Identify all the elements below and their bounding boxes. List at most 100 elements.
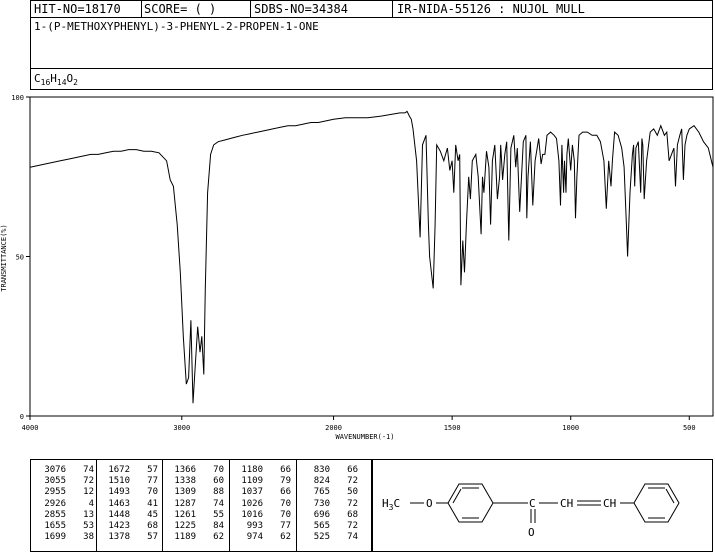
peak-transmittance: 53 [83,521,94,532]
peak-wavenumber: 974 [246,532,263,543]
peak-wavenumber: 565 [313,521,330,532]
peak-transmittance: 74 [347,532,358,543]
peak-transmittance: 79 [280,476,291,487]
peak-row: 1672 57 [100,465,158,476]
peak-transmittance: 13 [83,509,94,520]
peak-transmittance: 12 [83,487,94,498]
peak-row: 1261 55 [166,510,224,521]
peak-wavenumber: 824 [313,476,330,487]
peak-transmittance: 57 [147,465,158,475]
peak-table-column: 1180 66 1109 79 1037 66 1026 70 1016 70 993 77 974 62 [233,465,291,543]
peak-wavenumber: 525 [313,532,330,543]
beta-ch-label: CH [603,497,616,510]
x-tick-label: 3000 [173,424,190,432]
peak-row: 730 72 [300,499,358,510]
carbonyl-oxygen-label: O [528,526,535,539]
peak-wavenumber: 1261 [174,509,196,520]
peak-wavenumber: 1699 [44,532,66,543]
peak-wavenumber: 1493 [108,487,130,498]
peak-table-column: 1366 70 1338 60 1309 88 1287 74 1261 55 1225 84 1189… [166,465,224,543]
peak-transmittance: 57 [147,532,158,543]
x-axis-label: WAVENUMBER(-1) [335,433,394,441]
peak-transmittance: 62 [280,532,291,543]
peak-row: 1189 62 [166,532,224,543]
peak-transmittance: 77 [147,476,158,487]
peak-wavenumber: 3055 [44,476,66,487]
x-tick-label: 2000 [325,424,342,432]
peak-wavenumber: 1338 [174,476,196,487]
peak-transmittance: 55 [213,509,224,520]
chemical-structure: H3C O C O CH CH [382,483,680,539]
peak-transmittance: 45 [147,509,158,520]
peak-row: 1109 79 [233,476,291,487]
peak-transmittance: 70 [280,498,291,509]
phenyl-ring [633,483,680,523]
peak-row: 1378 57 [100,532,158,543]
peak-wavenumber: 1180 [241,465,263,475]
peak-transmittance: 70 [213,465,224,475]
peak-transmittance: 72 [347,521,358,532]
x-tick-label: 1000 [562,424,579,432]
peak-wavenumber: 1026 [241,498,263,509]
peak-table-divider [162,459,163,552]
peak-row: 1225 84 [166,521,224,532]
peak-row: 2955 12 [36,487,94,498]
y-tick-label: 50 [16,254,24,262]
peak-table-divider [229,459,230,552]
peak-transmittance: 38 [83,532,94,543]
peak-row: 1463 41 [100,499,158,510]
peak-row: 696 68 [300,510,358,521]
peak-wavenumber: 2926 [44,498,66,509]
peak-transmittance: 72 [347,498,358,509]
peak-wavenumber: 1225 [174,521,196,532]
peak-row: 1016 70 [233,510,291,521]
carbonyl-carbon-label: C [529,497,536,510]
peak-transmittance: 88 [213,487,224,498]
peak-table-divider [296,459,297,552]
peak-transmittance: 66 [280,487,291,498]
peak-transmittance: 68 [147,521,158,532]
peak-transmittance: 84 [213,521,224,532]
peak-wavenumber: 3076 [44,465,66,475]
peak-table-column: 830 66 824 72 765 50 730 72 696 68 565 72 525 74 [300,465,358,543]
plot-frame [29,96,714,417]
peak-row: 525 74 [300,532,358,543]
peak-row: 1366 70 [166,465,224,476]
methyl-label: H3C [382,497,400,512]
peak-wavenumber: 830 [313,465,330,475]
peak-wavenumber: 1510 [108,476,130,487]
peak-transmittance: 72 [347,476,358,487]
peak-row: 765 50 [300,487,358,498]
peak-row: 1309 88 [166,487,224,498]
peak-wavenumber: 1287 [174,498,196,509]
x-tick-label: 1500 [444,424,461,432]
peak-transmittance: 74 [83,465,94,475]
peak-wavenumber: 1309 [174,487,196,498]
peak-wavenumber: 2855 [44,509,66,520]
peak-row: 3076 74 [36,465,94,476]
peak-transmittance: 74 [213,498,224,509]
peak-transmittance: 77 [280,521,291,532]
peak-row: 1026 70 [233,499,291,510]
peak-row: 1448 45 [100,510,158,521]
peak-table-column: 1672 57 1510 77 1493 70 1463 41 1448 45 1423 68 1378… [100,465,158,543]
peak-transmittance: 60 [213,476,224,487]
peak-transmittance: 4 [88,498,94,509]
peak-row: 824 72 [300,476,358,487]
alpha-ch-label: CH [560,497,573,510]
peak-wavenumber: 1672 [108,465,130,475]
peak-row: 1287 74 [166,499,224,510]
peak-table-divider [96,459,97,552]
peak-transmittance: 70 [280,509,291,520]
anisyl-ring-double-3 [452,488,462,504]
peak-wavenumber: 993 [246,521,263,532]
peak-wavenumber: 1189 [174,532,196,543]
peak-transmittance: 66 [347,465,358,475]
peak-row: 830 66 [300,465,358,476]
peak-wavenumber: 765 [313,487,330,498]
peak-row: 3055 72 [36,476,94,487]
peak-wavenumber: 1366 [174,465,196,475]
peak-transmittance: 68 [347,509,358,520]
peak-transmittance: 70 [147,487,158,498]
peak-transmittance: 41 [147,498,158,509]
